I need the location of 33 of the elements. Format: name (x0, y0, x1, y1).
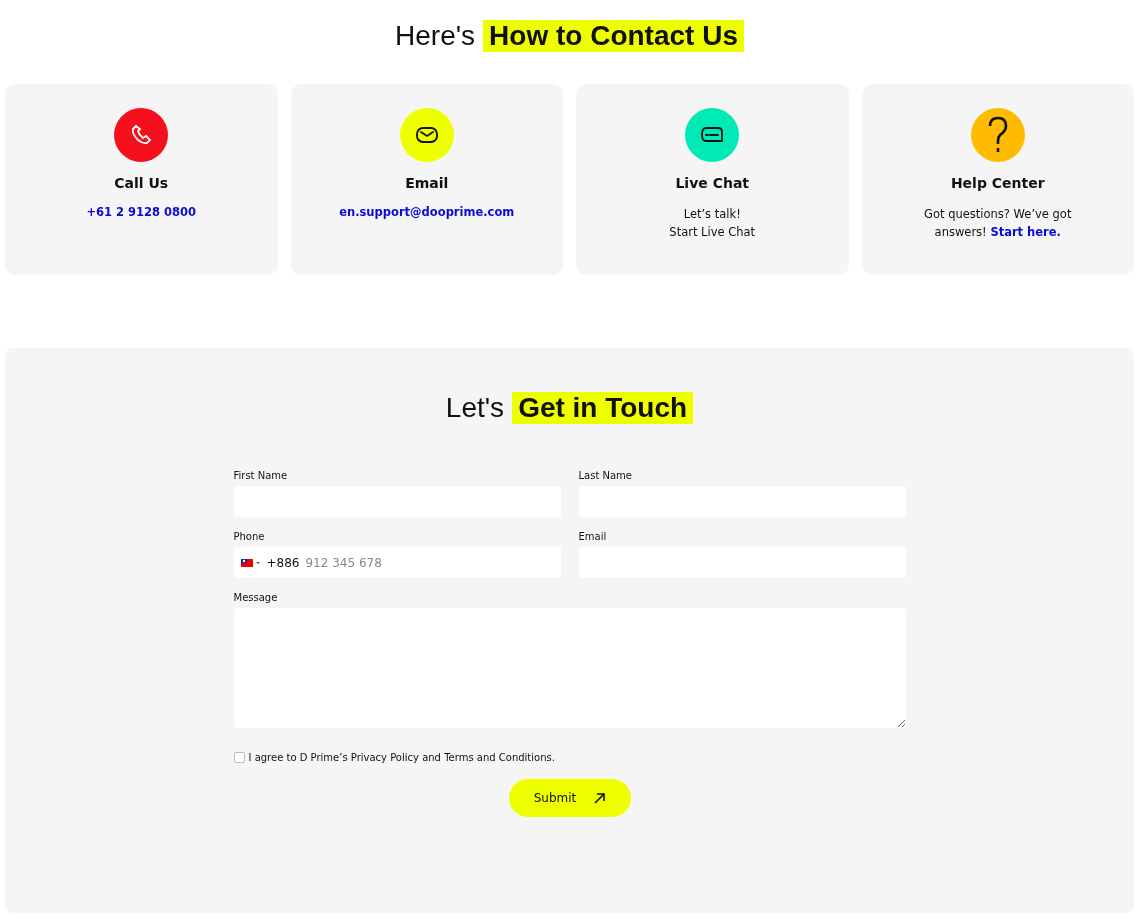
country-code: +886 (266, 555, 300, 570)
card-title: Help Center (950, 175, 1045, 191)
flag-icon (240, 557, 261, 568)
card-title: Call Us (114, 175, 169, 191)
chat-bubble-icon (700, 126, 725, 144)
field-label: Message (233, 592, 279, 603)
start-link[interactable]: Start here. (990, 225, 1061, 239)
envelope-icon (414, 126, 439, 144)
phone-field[interactable]: +886 912 345 678 (233, 547, 561, 578)
contact-heading-highlight: How to Contact Us (483, 20, 744, 52)
placeholder-text: 912 345 678 (305, 555, 382, 570)
card-title: Live Chat (675, 175, 750, 191)
arrow-icon (594, 792, 606, 804)
card-text: Got questions? We’ve got answers! Start here. (923, 206, 1073, 241)
submit-button[interactable]: Submit (508, 779, 631, 817)
field-label: Email (578, 531, 608, 542)
consent-text: I agree to D Prime’s Privacy Policy and Terms and Conditions. (248, 752, 555, 763)
field-label: First Name (233, 470, 289, 481)
card-title: Email (405, 175, 449, 191)
checkbox[interactable] (233, 752, 245, 763)
card-text: Start Live Chat (669, 224, 756, 241)
terms-link[interactable]: Terms and Conditions (444, 752, 552, 763)
form-heading-prefix: Let's (445, 392, 505, 424)
email-link[interactable]: en.support@dooprime.com (339, 205, 515, 219)
form-heading-highlight: Get in Touch (512, 392, 694, 424)
card-text: Let’s talk! (683, 206, 741, 223)
question-mark-icon (986, 115, 1009, 155)
message-field[interactable] (233, 608, 906, 728)
contact-heading-prefix: Here's (395, 20, 476, 52)
privacy-link[interactable]: Privacy Policy (350, 752, 419, 763)
phone-link[interactable]: +61 2 9128 0800 (86, 205, 197, 219)
field-label: Phone (233, 531, 266, 542)
field-label: Last Name (578, 470, 633, 481)
